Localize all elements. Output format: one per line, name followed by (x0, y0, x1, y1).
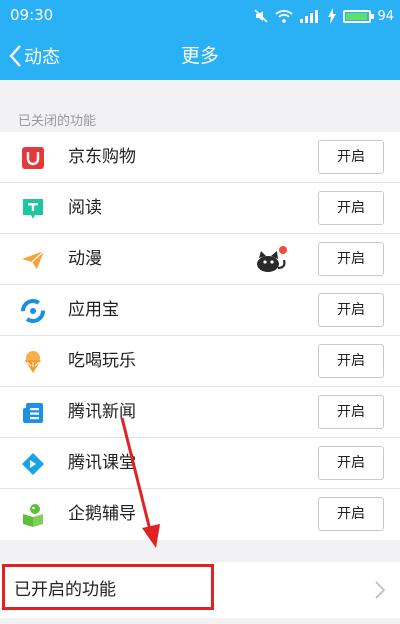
page-title: 更多 (180, 45, 219, 67)
feature-label: 吃喝玩乐 (68, 351, 136, 371)
wifi-icon (275, 10, 294, 23)
food-fun-icon (25, 351, 41, 373)
list-item: 腾讯新闻 开启 (0, 387, 400, 438)
list-item: 企鹅辅导 开启 (0, 489, 400, 540)
disabled-feature-list: 京东购物 开启 阅读 开启 动漫 开启 应用宝 开启 吃喝玩乐 开启 腾讯新闻 … (0, 132, 400, 540)
chevron-right-icon (375, 581, 386, 599)
reading-icon (23, 199, 43, 219)
feature-label: 应用宝 (68, 300, 119, 320)
signal-icon (300, 10, 319, 23)
battery-percent: 94 (377, 8, 394, 24)
mute-icon (254, 9, 269, 23)
tencent-class-icon (22, 453, 44, 475)
feature-label: 腾讯新闻 (68, 402, 136, 422)
list-item: 吃喝玩乐 开启 (0, 336, 400, 387)
feature-label: 阅读 (68, 198, 102, 218)
enabled-features-label: 已开启的功能 (14, 580, 116, 600)
enable-button[interactable]: 开启 (318, 293, 384, 327)
feature-label: 动漫 (68, 249, 102, 269)
app-store-icon (21, 299, 45, 323)
battery-level (346, 12, 368, 20)
jd-shopping-icon (22, 147, 44, 169)
feature-label: 京东购物 (68, 147, 136, 167)
nav-bar: 动态 更多 (0, 32, 400, 80)
enable-button[interactable]: 开启 (318, 446, 384, 480)
penguin-tutor-icon (23, 504, 43, 527)
status-icons: 94 (253, 6, 394, 26)
list-item: 动漫 开启 (0, 234, 400, 285)
list-item: 阅读 开启 (0, 183, 400, 234)
enable-button[interactable]: 开启 (318, 395, 384, 429)
status-time: 09:30 (10, 6, 54, 24)
list-item: 京东购物 开启 (0, 132, 400, 183)
enable-button[interactable]: 开启 (318, 242, 384, 276)
cat-mascot-icon (257, 246, 287, 272)
feature-label: 腾讯课堂 (68, 453, 136, 473)
list-item: 腾讯课堂 开启 (0, 438, 400, 489)
enable-button[interactable]: 开启 (318, 140, 384, 174)
enabled-features-row[interactable]: 已开启的功能 (0, 562, 400, 618)
comic-icon (22, 250, 45, 269)
enable-button[interactable]: 开启 (318, 497, 384, 531)
status-bar: 09:30 94 (0, 0, 400, 32)
charging-icon (328, 8, 337, 24)
tencent-news-icon (23, 403, 43, 423)
enable-button[interactable]: 开启 (318, 191, 384, 225)
section-label-disabled: 已关闭的功能 (18, 114, 97, 129)
list-item: 应用宝 开启 (0, 285, 400, 336)
battery-icon (343, 9, 375, 23)
feature-label: 企鹅辅导 (68, 504, 136, 524)
enable-button[interactable]: 开启 (318, 344, 384, 378)
